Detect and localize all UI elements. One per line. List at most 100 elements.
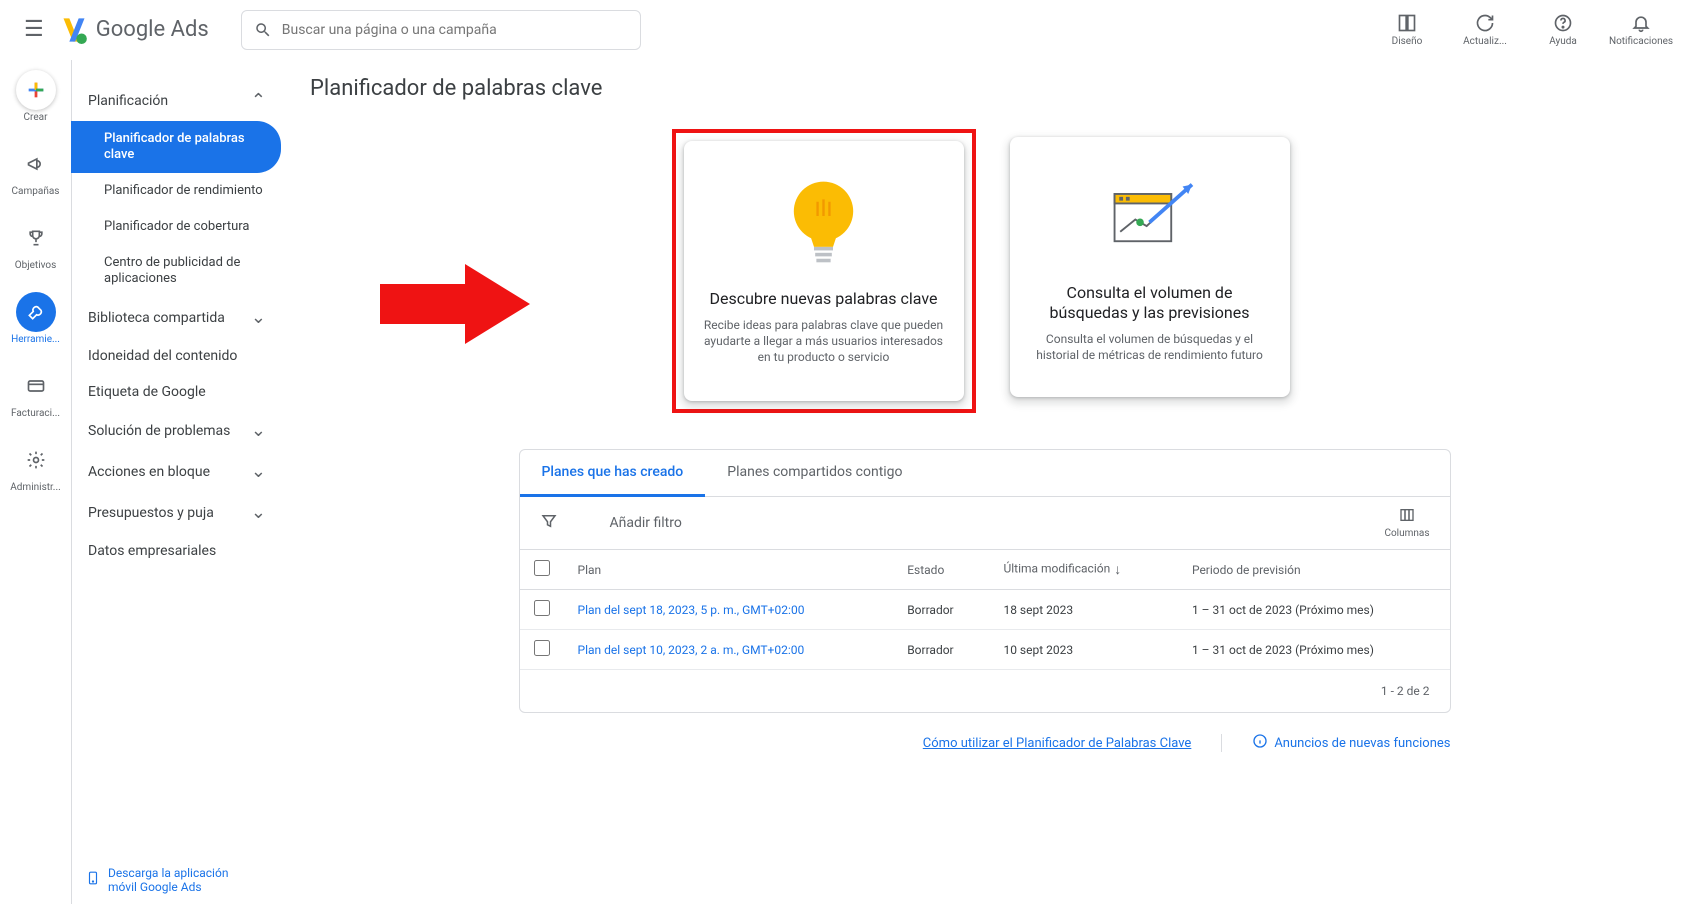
sidebar-budgets-label: Presupuestos y puja <box>88 505 214 521</box>
help-button[interactable]: Ayuda <box>1533 12 1593 47</box>
sidebar-google-tag[interactable]: Etiqueta de Google <box>72 374 282 410</box>
search-icon <box>254 21 272 39</box>
sidebar-item-keyword-planner[interactable]: Planificador de palabras clave <box>71 121 281 173</box>
tab-created-plans[interactable]: Planes que has creado <box>520 450 706 497</box>
sidebar-item-reach-planner[interactable]: Planificador de cobertura <box>72 209 282 245</box>
sidebar-troubleshoot-label: Solución de problemas <box>88 423 230 439</box>
card-search-volume[interactable]: Consulta el volumen de búsquedas y las p… <box>1010 137 1290 397</box>
filter-row: Añadir filtro Columnas <box>520 497 1450 550</box>
rail-billing[interactable]: Facturaci... <box>6 366 66 420</box>
download-app-text: Descarga la aplicación móvil Google Ads <box>108 866 258 894</box>
chevron-down-icon: ⌄ <box>251 502 266 523</box>
trophy-icon <box>16 218 56 258</box>
plan-state: Borrador <box>893 630 989 670</box>
sidebar-content-suitability[interactable]: Idoneidad del contenido <box>72 338 282 374</box>
rail-tools-label: Herramie... <box>11 334 60 346</box>
chevron-down-icon: ⌄ <box>251 461 266 482</box>
help-label: Ayuda <box>1549 36 1577 47</box>
rail-goals-label: Objetivos <box>15 260 57 272</box>
brand-logo[interactable]: Google Ads <box>60 16 209 44</box>
header-actions: Diseño Actualiz... Ayuda Notificaciones <box>1377 12 1671 47</box>
sidebar-planning[interactable]: Planificación ⌃ <box>72 80 282 121</box>
plan-modified: 18 sept 2023 <box>989 590 1178 630</box>
lightbulb-icon <box>786 178 861 273</box>
col-period[interactable]: Periodo de previsión <box>1178 550 1450 590</box>
row-checkbox[interactable] <box>534 640 550 656</box>
rail-campaigns[interactable]: Campañas <box>6 144 66 198</box>
rail-tools[interactable]: Herramie... <box>6 292 66 346</box>
plan-link[interactable]: Plan del sept 10, 2023, 2 a. m., GMT+02:… <box>578 643 805 657</box>
sidebar-troubleshooting[interactable]: Solución de problemas ⌄ <box>72 410 282 451</box>
rail-campaigns-label: Campañas <box>12 186 60 198</box>
table-header-row: Plan Estado Última modificación ↓ Periodo… <box>520 550 1450 590</box>
plan-modified: 10 sept 2023 <box>989 630 1178 670</box>
card-volume-title: Consulta el volumen de búsquedas y las p… <box>1028 283 1272 323</box>
refresh-label: Actualiz... <box>1463 36 1507 47</box>
design-button[interactable]: Diseño <box>1377 12 1437 47</box>
sidebar-planning-label: Planificación <box>88 93 168 109</box>
phone-icon <box>86 868 100 892</box>
plan-period: 1 – 31 oct de 2023 (Próximo mes) <box>1178 590 1450 630</box>
sidebar-item-app-hub[interactable]: Centro de publicidad de aplicaciones <box>72 245 282 297</box>
card-icon <box>16 366 56 406</box>
footer-links: Cómo utilizar el Planificador de Palabra… <box>519 733 1451 753</box>
gear-icon <box>16 440 56 480</box>
columns-button[interactable]: Columnas <box>1384 507 1429 539</box>
design-icon <box>1397 12 1417 34</box>
notifications-button[interactable]: Notificaciones <box>1611 12 1671 47</box>
add-filter-button[interactable]: Añadir filtro <box>610 515 682 531</box>
col-modified[interactable]: Última modificación ↓ <box>989 550 1178 590</box>
design-label: Diseño <box>1392 36 1423 47</box>
google-ads-icon <box>60 16 88 44</box>
plus-icon <box>16 70 56 110</box>
sidebar-shared-label: Biblioteca compartida <box>88 310 225 326</box>
wrench-icon <box>16 292 56 332</box>
sidebar-bulk-label: Acciones en bloque <box>88 464 210 480</box>
sidebar-bdata-label: Datos empresariales <box>88 543 216 559</box>
chart-forecast-icon <box>1097 172 1202 267</box>
plans-panel: Planes que has creado Planes compartidos… <box>519 449 1451 713</box>
sidebar-item-performance-planner[interactable]: Planificador de rendimiento <box>72 173 282 209</box>
page-title: Planificador de palabras clave <box>310 76 1659 101</box>
col-modified-label: Última modificación <box>1003 562 1110 576</box>
card-discover-highlight: Descubre nuevas palabras clave Recibe id… <box>672 129 976 413</box>
table-row: Plan del sept 10, 2023, 2 a. m., GMT+02:… <box>520 630 1450 670</box>
sidebar-business-data[interactable]: Datos empresariales <box>72 533 282 569</box>
refresh-button[interactable]: Actualiz... <box>1455 12 1515 47</box>
rail-goals[interactable]: Objetivos <box>6 218 66 272</box>
card-discover-desc: Recibe ideas para palabras clave que pue… <box>702 317 946 365</box>
tab-shared-plans[interactable]: Planes compartidos contigo <box>705 450 924 496</box>
row-checkbox[interactable] <box>534 600 550 616</box>
divider <box>1221 734 1222 752</box>
cards-row: Descubre nuevas palabras clave Recibe id… <box>310 129 1659 413</box>
rail-admin[interactable]: Administr... <box>6 440 66 494</box>
new-features-text: Anuncios de nuevas funciones <box>1274 736 1450 751</box>
hamburger-icon[interactable]: ☰ <box>16 9 52 50</box>
filter-icon[interactable] <box>540 512 558 534</box>
col-state[interactable]: Estado <box>893 550 989 590</box>
rail-billing-label: Facturaci... <box>11 408 60 420</box>
sort-down-icon: ↓ <box>1114 562 1121 578</box>
chevron-up-icon: ⌃ <box>251 90 266 111</box>
sidebar-content-label: Idoneidad del contenido <box>88 348 237 364</box>
search-input[interactable] <box>282 22 628 38</box>
card-volume-wrap: Consulta el volumen de búsquedas y las p… <box>1002 129 1298 413</box>
nav-rail: Crear Campañas Objetivos Herramie... Fac… <box>0 60 72 904</box>
sidebar-shared-library[interactable]: Biblioteca compartida ⌄ <box>72 297 282 338</box>
new-features-link[interactable]: Anuncios de nuevas funciones <box>1252 733 1450 753</box>
search-box[interactable] <box>241 10 641 50</box>
columns-label: Columnas <box>1384 528 1429 539</box>
card-discover-keywords[interactable]: Descubre nuevas palabras clave Recibe id… <box>684 141 964 401</box>
brand-text: Google Ads <box>96 17 209 42</box>
select-all-checkbox[interactable] <box>534 560 550 576</box>
megaphone-icon <box>16 144 56 184</box>
download-app-link[interactable]: Descarga la aplicación móvil Google Ads <box>86 866 258 894</box>
plan-link[interactable]: Plan del sept 18, 2023, 5 p. m., GMT+02:… <box>578 603 805 617</box>
sidebar: Planificación ⌃ Planificador de palabras… <box>72 60 282 904</box>
how-to-link[interactable]: Cómo utilizar el Planificador de Palabra… <box>923 736 1192 751</box>
rail-create[interactable]: Crear <box>6 70 66 124</box>
sidebar-budgets[interactable]: Presupuestos y puja ⌄ <box>72 492 282 533</box>
sidebar-bulk-actions[interactable]: Acciones en bloque ⌄ <box>72 451 282 492</box>
bell-icon <box>1631 12 1651 34</box>
col-plan[interactable]: Plan <box>564 550 894 590</box>
